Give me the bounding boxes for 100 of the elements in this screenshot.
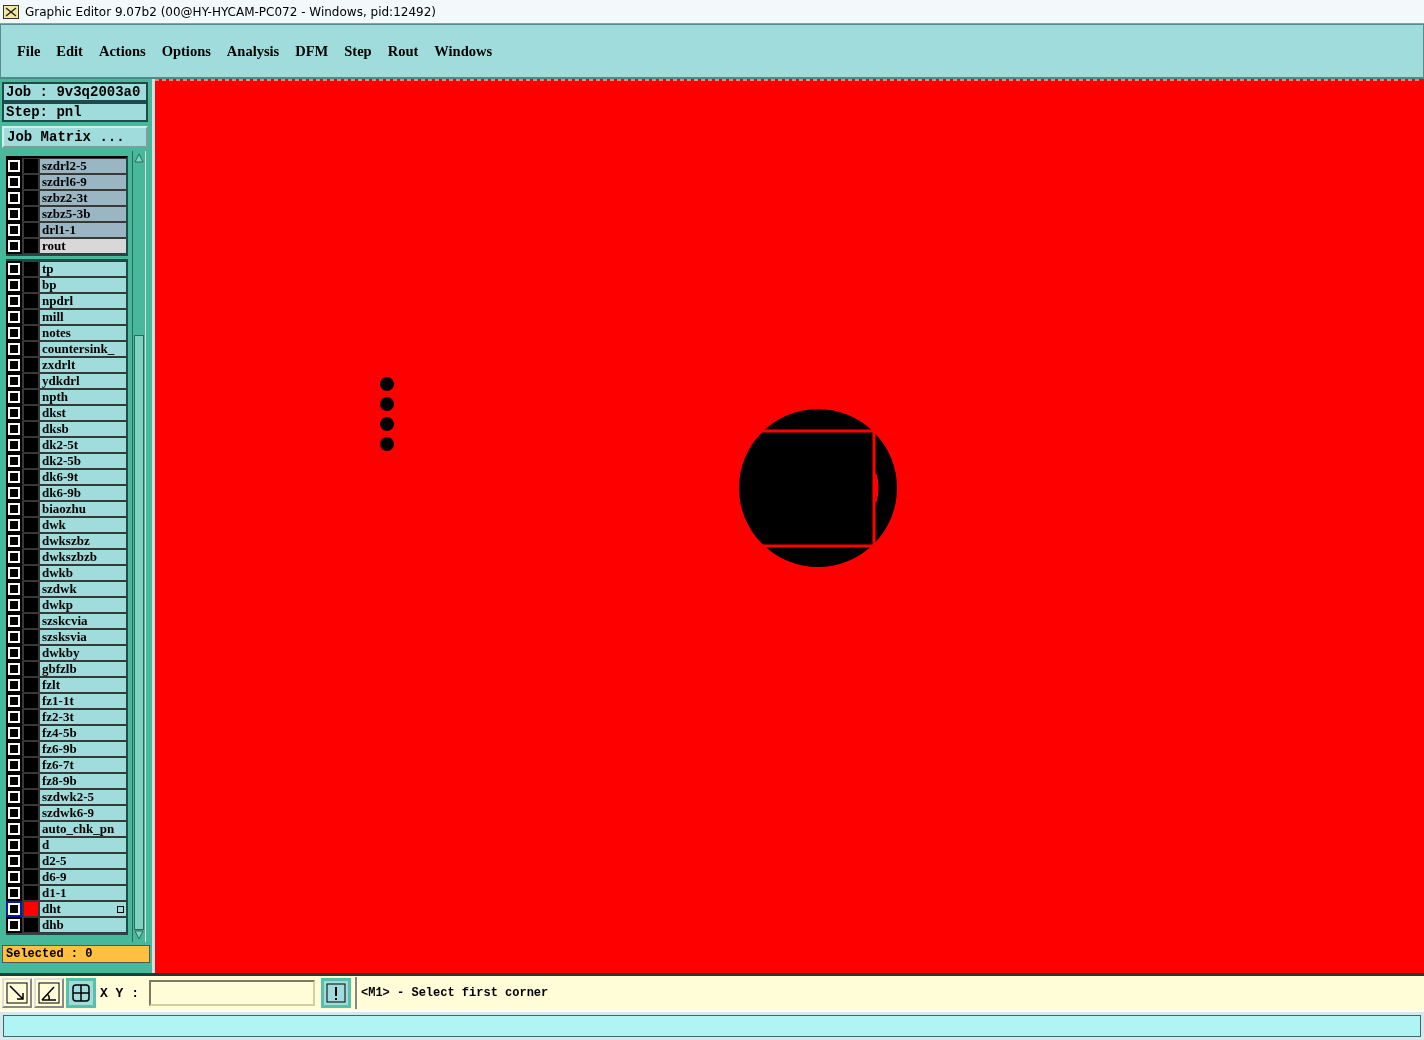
layer-checkbox[interactable]	[6, 869, 22, 885]
layer-name[interactable]: dwkszbz	[40, 534, 126, 548]
layer-checkbox[interactable]	[6, 805, 22, 821]
layer-name[interactable]: fz1-1t	[40, 694, 126, 708]
layer-name[interactable]: dhb	[40, 918, 126, 932]
layer-checkbox[interactable]	[6, 565, 22, 581]
layer-name[interactable]: szdwk6-9	[40, 806, 126, 820]
layer-name[interactable]: gbfzlb	[40, 662, 126, 676]
layer-name[interactable]: fz6-7t	[40, 758, 126, 772]
layer-checkbox[interactable]	[6, 190, 22, 206]
layer-name[interactable]: szskcvia	[40, 614, 126, 628]
menu-item[interactable]: DFM	[287, 42, 337, 60]
layer-checkbox[interactable]	[6, 757, 22, 773]
layer-checkbox[interactable]	[6, 693, 22, 709]
layer-checkbox[interactable]	[6, 549, 22, 565]
layer-checkbox[interactable]	[6, 677, 22, 693]
layer-name[interactable]: dk2-5t	[40, 438, 126, 452]
layer-name[interactable]: d	[40, 838, 126, 852]
layer-name[interactable]: szdwk	[40, 582, 126, 596]
layer-checkbox[interactable]	[6, 773, 22, 789]
layer-checkbox[interactable]	[6, 661, 22, 677]
layer-checkbox[interactable]	[6, 613, 22, 629]
layer-checkbox[interactable]	[6, 357, 22, 373]
layer-checkbox[interactable]	[6, 469, 22, 485]
layer-checkbox[interactable]	[6, 341, 22, 357]
layer-checkbox[interactable]	[6, 581, 22, 597]
layer-name[interactable]: fz2-3t	[40, 710, 126, 724]
layer-checkbox[interactable]	[6, 453, 22, 469]
layer-name[interactable]: npdrl	[40, 294, 126, 308]
layer-checkbox[interactable]	[6, 405, 22, 421]
layer-checkbox[interactable]	[6, 373, 22, 389]
layer-name[interactable]: szdrl2-5	[40, 159, 126, 173]
alert-icon[interactable]	[321, 978, 351, 1008]
layer-name[interactable]: dksb	[40, 422, 126, 436]
layer-name[interactable]: dwkp	[40, 598, 126, 612]
layer-name[interactable]: szbz2-3t	[40, 191, 126, 205]
angle-icon[interactable]	[34, 978, 64, 1008]
layer-checkbox[interactable]	[6, 597, 22, 613]
menu-item[interactable]: Analysis	[218, 42, 288, 60]
layer-name[interactable]: dwkby	[40, 646, 126, 660]
layer-name[interactable]: dwkb	[40, 566, 126, 580]
layer-checkbox[interactable]	[6, 821, 22, 837]
layer-checkbox[interactable]	[6, 709, 22, 725]
layer-checkbox[interactable]	[6, 789, 22, 805]
layer-name[interactable]: d2-5	[40, 854, 126, 868]
layer-checkbox[interactable]	[6, 325, 22, 341]
layer-checkbox[interactable]	[6, 238, 22, 254]
job-matrix-button[interactable]: Job Matrix ...	[2, 126, 148, 148]
layer-name[interactable]: fz4-5b	[40, 726, 126, 740]
layer-checkbox[interactable]	[6, 533, 22, 549]
layer-checkbox[interactable]	[6, 517, 22, 533]
layer-checkbox[interactable]	[6, 174, 22, 190]
layer-name[interactable]: dwkszbzb	[40, 550, 126, 564]
layer-checkbox[interactable]	[6, 837, 22, 853]
layer-name[interactable]: dwk	[40, 518, 126, 532]
menu-item[interactable]: Edit	[48, 42, 91, 60]
layer-checkbox[interactable]	[6, 437, 22, 453]
layer-name[interactable]: dht	[40, 902, 126, 916]
layer-checkbox[interactable]	[6, 725, 22, 741]
layer-name[interactable]: rout	[40, 239, 126, 253]
grid-icon[interactable]	[66, 978, 96, 1008]
zoom-icon[interactable]	[2, 978, 32, 1008]
scrollbar[interactable]	[132, 151, 146, 942]
layer-checkbox[interactable]	[6, 629, 22, 645]
layer-name[interactable]: auto_chk_pn	[40, 822, 126, 836]
layer-checkbox[interactable]	[6, 389, 22, 405]
menu-item[interactable]: Options	[153, 42, 219, 60]
layer-name[interactable]: d1-1	[40, 886, 126, 900]
layer-name[interactable]: dk2-5b	[40, 454, 126, 468]
layer-name[interactable]: mill	[40, 310, 126, 324]
layer-name[interactable]: szdwk2-5	[40, 790, 126, 804]
layer-checkbox[interactable]	[6, 206, 22, 222]
layer-name[interactable]: dk6-9t	[40, 470, 126, 484]
menu-item[interactable]: Step	[336, 42, 380, 60]
layer-name[interactable]: drl1-1	[40, 223, 126, 237]
layer-checkbox[interactable]	[6, 901, 22, 917]
layer-name[interactable]: dkst	[40, 406, 126, 420]
layer-checkbox[interactable]	[6, 885, 22, 901]
layer-name[interactable]: notes	[40, 326, 126, 340]
layer-name[interactable]: ydkdrl	[40, 374, 126, 388]
layer-name[interactable]: zxdrlt	[40, 358, 126, 372]
layer-checkbox[interactable]	[6, 501, 22, 517]
menu-item[interactable]: Windows	[426, 42, 501, 60]
layer-checkbox[interactable]	[6, 741, 22, 757]
layer-name[interactable]: fzlt	[40, 678, 126, 692]
layer-checkbox[interactable]	[6, 853, 22, 869]
layer-name[interactable]: szbz5-3b	[40, 207, 126, 221]
layer-name[interactable]: szsksvia	[40, 630, 126, 644]
menu-item[interactable]: Rout	[379, 42, 427, 60]
layer-name[interactable]: dk6-9b	[40, 486, 126, 500]
layer-checkbox[interactable]	[6, 485, 22, 501]
layer-name[interactable]: fz8-9b	[40, 774, 126, 788]
layer-checkbox[interactable]	[6, 277, 22, 293]
layer-name[interactable]: d6-9	[40, 870, 126, 884]
layer-checkbox[interactable]	[6, 222, 22, 238]
layer-checkbox[interactable]	[6, 421, 22, 437]
menu-item[interactable]: Actions	[90, 42, 154, 60]
layer-name[interactable]: tp	[40, 262, 126, 276]
layer-checkbox[interactable]	[6, 293, 22, 309]
coordinate-input-field[interactable]	[149, 980, 315, 1006]
